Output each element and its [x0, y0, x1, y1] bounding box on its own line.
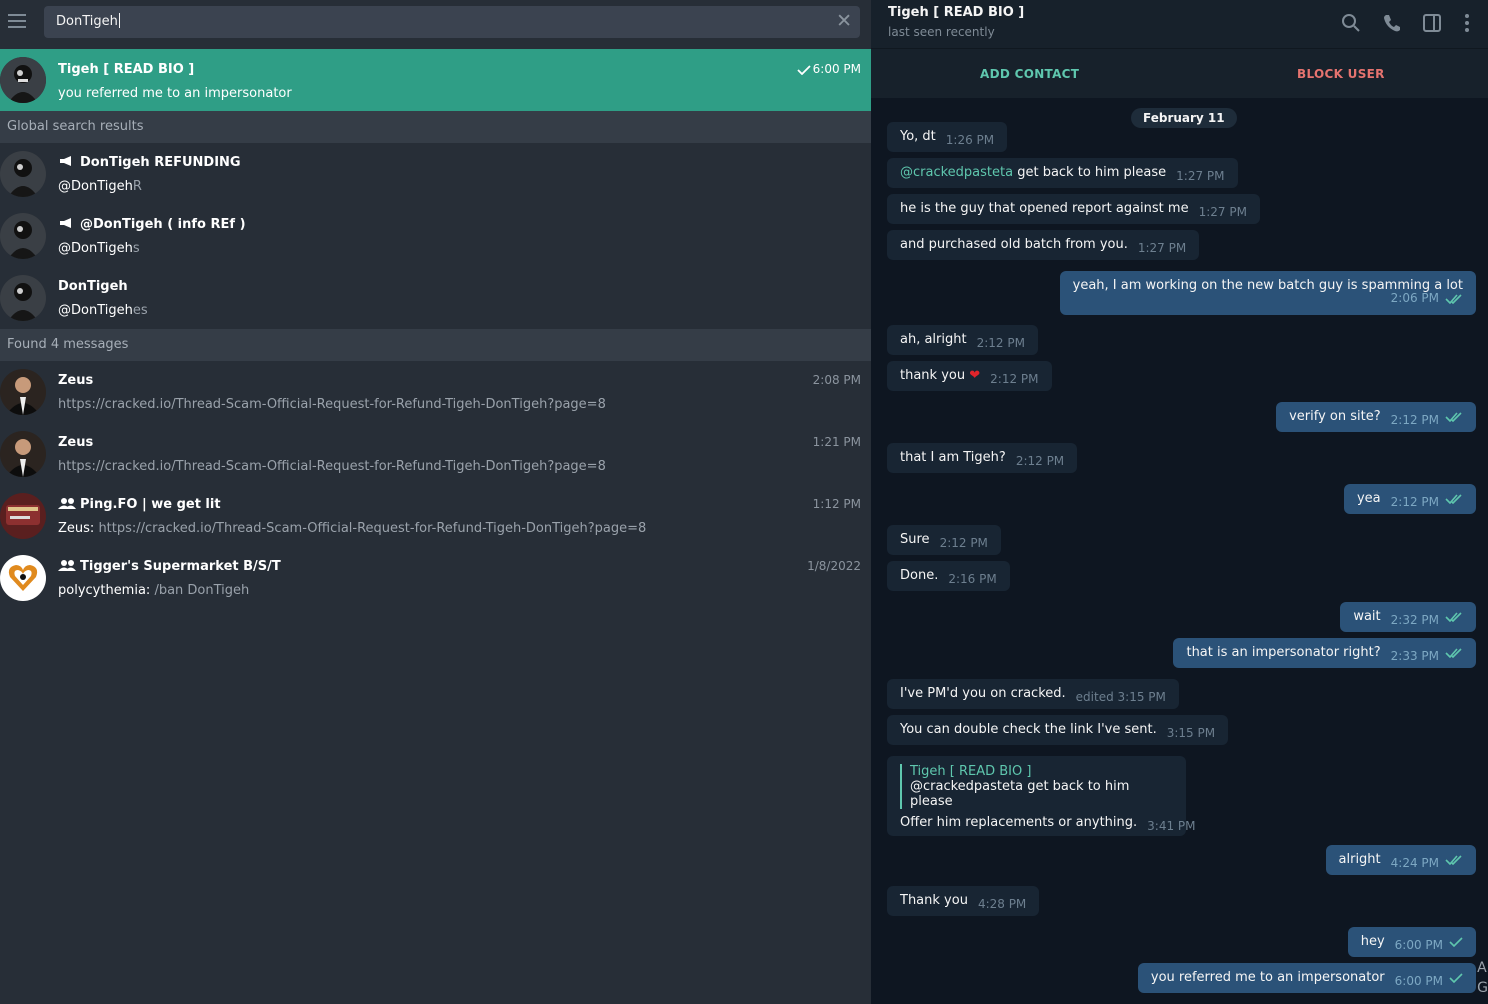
result-snippet: https://cracked.io/Thread-Scam-Official-…: [58, 397, 606, 412]
reply-text: @crackedpasteta get back to him please: [910, 779, 1130, 809]
double-check-icon: [1445, 855, 1462, 865]
message-in[interactable]: ah, alright 2:12 PM: [887, 325, 1038, 355]
result-snippet: Zeus: https://cracked.io/Thread-Scam-Off…: [58, 521, 647, 536]
message-out[interactable]: yeah, I am working on the new batch guy …: [1059, 271, 1476, 315]
result-name: @DonTigeh ( info REf ): [80, 217, 246, 232]
message-result[interactable]: Ping.FO | we get lit 1:12 PM Zeus: https…: [0, 485, 871, 547]
message-in-reply[interactable]: Tigeh [ READ BIO ] @crackedpasteta get b…: [887, 756, 1196, 836]
avatar: [0, 369, 46, 415]
add-contact-button[interactable]: ADD CONTACT: [980, 67, 1079, 81]
avatar: [0, 57, 46, 103]
message-in[interactable]: and purchased old batch from you. 1:27 PM: [887, 230, 1200, 260]
group-icon: [58, 497, 76, 513]
check-icon: [797, 65, 811, 75]
check-icon: [1449, 937, 1463, 947]
result-name: DonTigeh: [58, 279, 128, 294]
message-out[interactable]: hey 6:00 PM: [1347, 927, 1476, 957]
avatar: [0, 555, 46, 601]
message-in[interactable]: he is the guy that opened report against…: [887, 194, 1260, 224]
sidebar-toggle-icon[interactable]: [1421, 12, 1443, 34]
result-name: Zeus: [58, 435, 94, 450]
close-icon[interactable]: ✕: [836, 10, 852, 32]
result-time: 1:21 PM: [812, 435, 861, 449]
message-out[interactable]: that is an impersonator right? 2:33 PM: [1173, 638, 1476, 668]
message-in[interactable]: You can double check the link I've sent.…: [887, 715, 1229, 745]
avatar: [0, 431, 46, 477]
block-user-button[interactable]: BLOCK USER: [1297, 67, 1385, 81]
message-out[interactable]: you referred me to an impersonator 6:00 P…: [1137, 963, 1476, 993]
result-name: Ping.FO | we get lit: [80, 497, 221, 512]
menu-icon[interactable]: [6, 10, 28, 32]
message-in[interactable]: Yo, dt 1:26 PM: [887, 122, 1008, 152]
avatar: [0, 213, 46, 259]
message-result[interactable]: Zeus 2:08 PM https://cracked.io/Thread-S…: [0, 361, 871, 423]
megaphone-icon: [58, 217, 76, 233]
message-in[interactable]: I've PM'd you on cracked. edited 3:15 PM: [887, 679, 1179, 709]
result-time: 1/8/2022: [807, 559, 861, 573]
search-input[interactable]: DonTigeh ✕: [44, 6, 860, 38]
global-result[interactable]: @DonTigeh ( info REf ) @DonTigehs: [0, 205, 871, 267]
double-check-icon: [1445, 494, 1462, 504]
messages-header: Found 4 messages: [0, 329, 871, 361]
message-result[interactable]: Tigger's Supermarket B/S/T 1/8/2022 poly…: [0, 547, 871, 609]
message-result[interactable]: Zeus 1:21 PM https://cracked.io/Thread-S…: [0, 423, 871, 485]
message-list[interactable]: February 11 Yo, dt 1:26 PM @crackedpastet…: [871, 98, 1488, 1004]
search-icon[interactable]: [1340, 12, 1362, 34]
message-out[interactable]: wait 2:32 PM: [1340, 602, 1476, 632]
message-out[interactable]: verify on site? 2:12 PM: [1276, 402, 1476, 432]
message-in[interactable]: Thank you 4:28 PM: [887, 886, 1040, 916]
global-result[interactable]: DonTigeh @DonTigehes: [0, 267, 871, 329]
double-check-icon: [1445, 294, 1462, 304]
heart-icon: ❤: [969, 368, 981, 383]
result-time: 1:12 PM: [812, 497, 861, 511]
message-out[interactable]: yea 2:12 PM: [1343, 484, 1476, 514]
avatar: [0, 493, 46, 539]
group-icon: [58, 559, 76, 575]
message-in[interactable]: that I am Tigeh? 2:12 PM: [887, 443, 1078, 473]
result-handle: @DonTigehes: [58, 303, 148, 318]
global-results-header: Global search results: [0, 111, 871, 143]
chat-status: last seen recently: [888, 25, 995, 39]
chat-result-selected[interactable]: Tigeh [ READ BIO ] you referred me to an…: [0, 49, 871, 111]
reply-author: Tigeh [ READ BIO ]: [910, 764, 1032, 779]
chat-name: Tigeh [ READ BIO ]: [58, 62, 195, 77]
reply-quote[interactable]: Tigeh [ READ BIO ] @crackedpasteta get b…: [900, 764, 1173, 809]
double-check-icon: [1445, 648, 1462, 658]
megaphone-icon: [58, 155, 76, 171]
chat-preview: you referred me to an impersonator: [58, 86, 292, 101]
more-icon[interactable]: [1456, 12, 1478, 34]
action-bar: ADD CONTACT BLOCK USER: [871, 48, 1488, 98]
result-snippet: https://cracked.io/Thread-Scam-Official-…: [58, 459, 606, 474]
search-value[interactable]: DonTigeh: [56, 13, 120, 29]
avatar: [0, 275, 46, 321]
result-snippet: polycythemia: /ban DonTigeh: [58, 583, 250, 598]
chat-panel: Tigeh [ READ BIO ] last seen recently AD…: [871, 0, 1488, 1004]
phone-icon[interactable]: [1381, 12, 1403, 34]
chat-title[interactable]: Tigeh [ READ BIO ]: [888, 5, 1024, 20]
message-in[interactable]: @crackedpasteta get back to him please 1:…: [887, 158, 1238, 188]
global-result[interactable]: DonTigeh REFUNDING @DonTigehR: [0, 143, 871, 205]
chat-header[interactable]: Tigeh [ READ BIO ] last seen recently: [871, 0, 1488, 48]
avatar: [0, 151, 46, 197]
message-in[interactable]: Sure 2:12 PM: [887, 525, 1001, 555]
double-check-icon: [1445, 612, 1462, 622]
result-name: Tigger's Supermarket B/S/T: [80, 559, 281, 574]
result-name: Zeus: [58, 373, 94, 388]
message-out[interactable]: alright 4:24 PM: [1325, 845, 1476, 875]
result-name: DonTigeh REFUNDING: [80, 155, 241, 170]
check-icon: [1449, 973, 1463, 983]
search-bar: DonTigeh ✕: [0, 0, 871, 44]
result-handle: @DonTigehs: [58, 241, 140, 256]
message-in[interactable]: thank you ❤ 2:12 PM: [887, 361, 1052, 391]
edge-text: A G: [1477, 960, 1488, 996]
date-separator: February 11: [1131, 108, 1237, 128]
search-panel: DonTigeh ✕ Tigeh [ READ BIO ] you referr…: [0, 0, 871, 1004]
message-in[interactable]: Done. 2:16 PM: [887, 561, 1010, 591]
chat-time: 6:00 PM: [791, 62, 861, 76]
result-time: 2:08 PM: [812, 373, 861, 387]
result-handle: @DonTigehR: [58, 179, 142, 194]
double-check-icon: [1445, 412, 1462, 422]
